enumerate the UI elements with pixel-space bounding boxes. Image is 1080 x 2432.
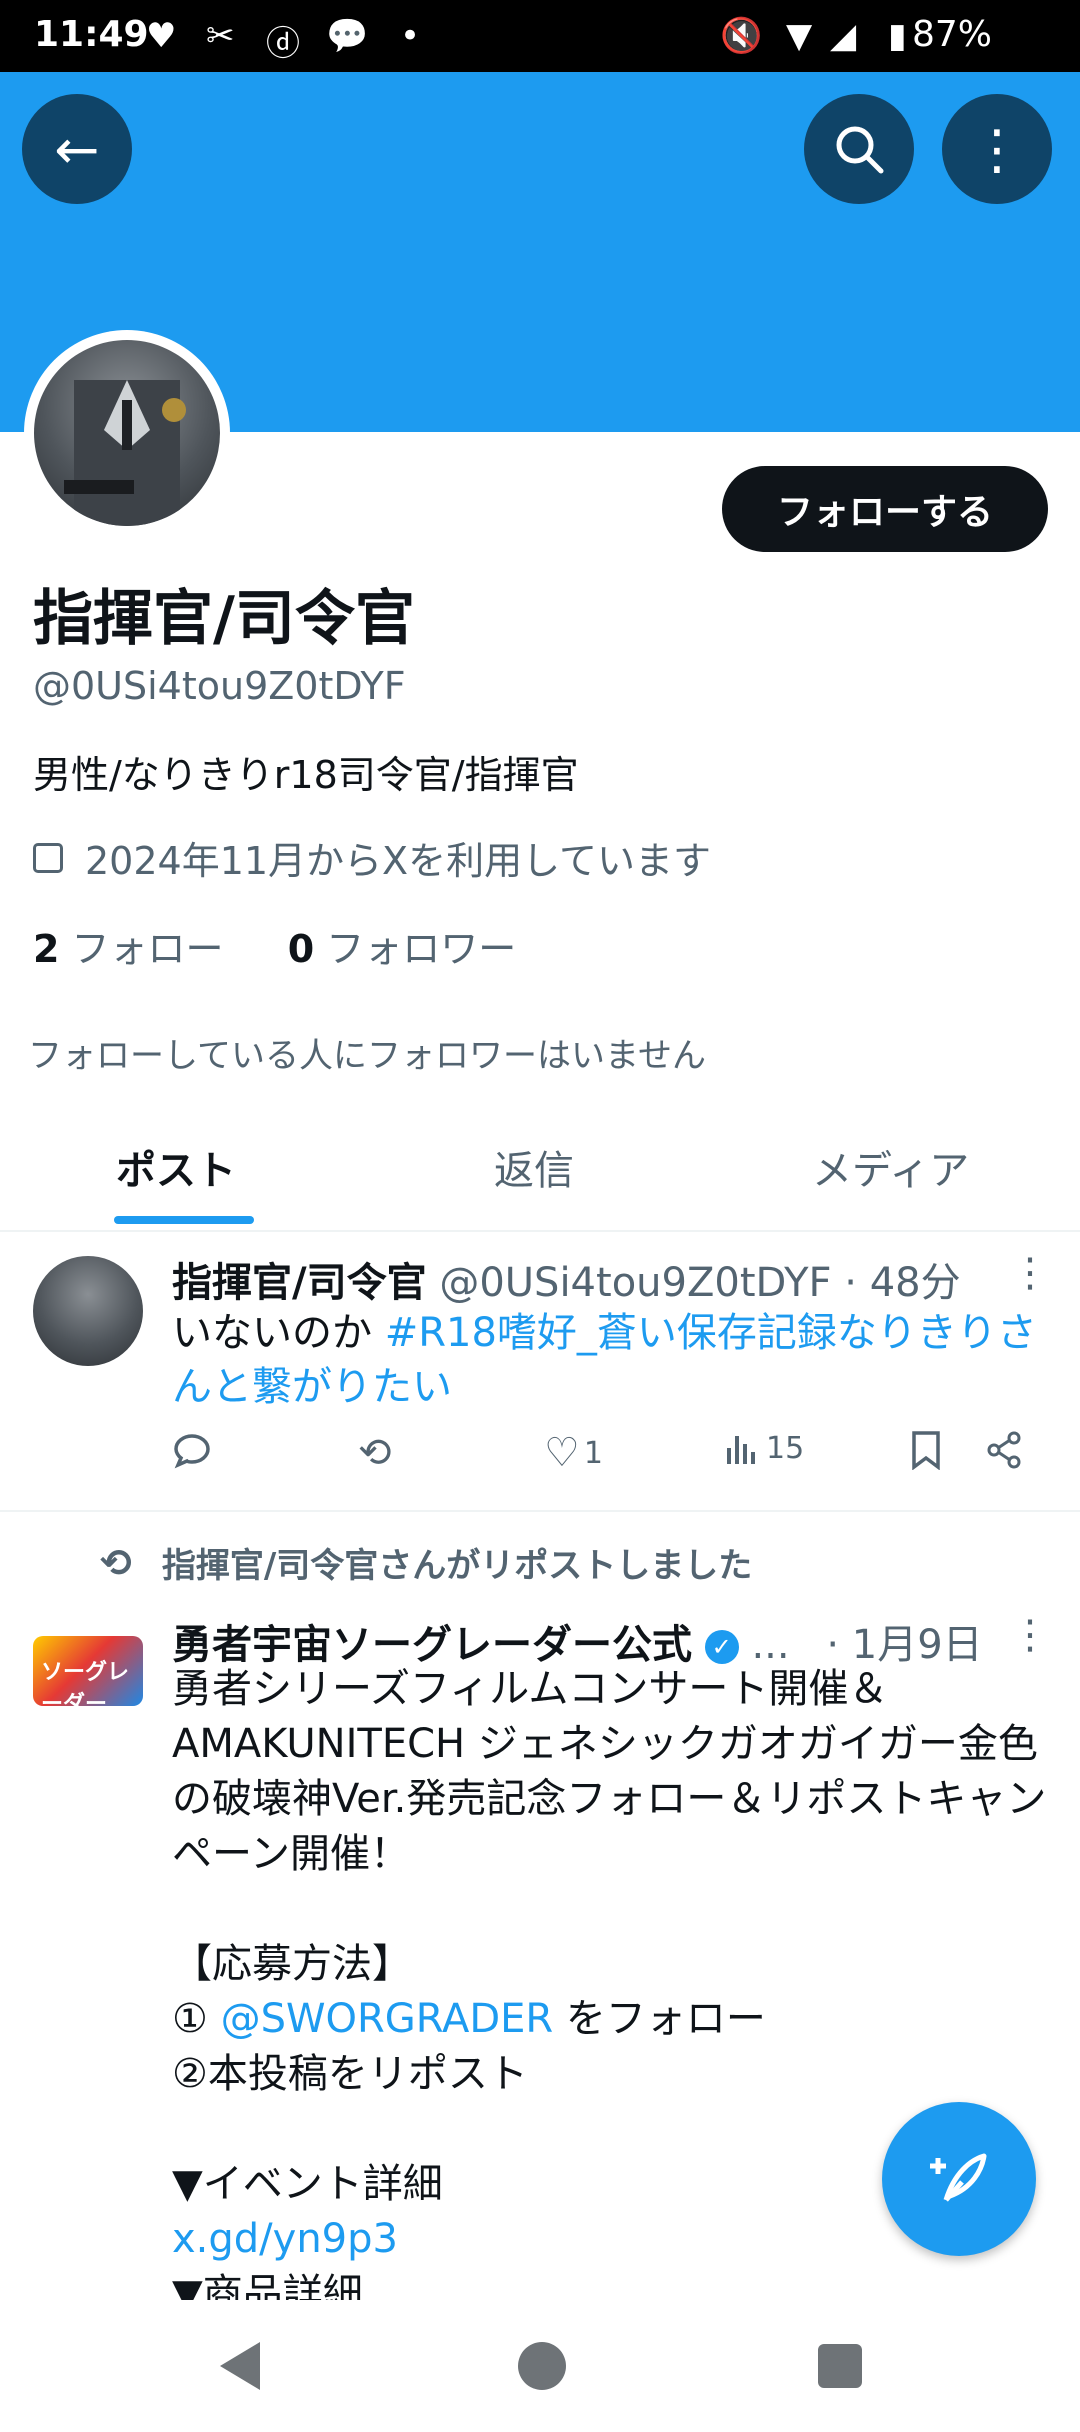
post-handle-time: @0USi4tou9Z0tDYF · 48分 [439,1260,961,1306]
post-text: いないのか #R18嗜好_蒼い保存記録なりきりさんと繋がりたい [172,1306,1052,1414]
followers-count: 0 [287,927,315,971]
share-button[interactable] [984,1430,1024,1470]
bookmark-button[interactable] [910,1430,942,1470]
status-bar: 11:49 ♥ ✂ ⓓ 💬 • 🔇 ▼ ◢ ▮ 87% [0,0,1080,72]
account-logo[interactable]: ソーグレーダー [33,1636,143,1717]
post2-menu-icon[interactable]: ⋮ [1010,1612,1050,1658]
compose-button[interactable] [882,2102,1036,2256]
post-actions: ⟲ ♡ 1 15 [172,1430,1032,1494]
compose-icon [930,2153,987,2202]
reply-button[interactable] [172,1430,212,1470]
post-divider [0,1510,1080,1512]
search-button[interactable] [804,94,914,204]
profile-handle: @0USi4tou9Z0tDYF [33,664,406,708]
verified-badge-icon: ✓ [704,1630,739,1664]
following-link[interactable]: 2 フォロー [33,927,224,971]
more-vertical-icon: ⋮ [970,117,1024,181]
back-button[interactable]: ← [22,94,132,204]
repost-icon: ⟲ [358,1430,392,1476]
follow-button[interactable]: フォローする [722,466,1048,552]
active-tab-indicator [114,1216,254,1224]
following-label: フォロー [71,927,224,971]
tab-media[interactable]: メディア [812,1138,969,1196]
status-time: 11:49 [34,14,149,55]
profile-bio: 男性/なりきりr18司令官/指揮官 [33,753,579,797]
wifi-icon: ▼ [786,16,813,56]
joined-text: 2024年11月からXを利用しています [85,839,711,883]
repost-note: ⟲ 指揮官/司令官さんがリポストしました [100,1538,752,1587]
nav-home-icon[interactable] [518,2342,566,2390]
battery-percent: 87% [911,14,992,55]
post-avatar[interactable] [33,1256,143,1366]
repost-small-icon: ⟲ [100,1540,132,1585]
heart-icon: ♥ [146,16,177,56]
more-options-button[interactable]: ⋮ [942,94,1052,204]
tab-posts[interactable]: ポスト [116,1138,236,1196]
signal-icon: ◢ [830,16,857,56]
bookmark-icon [912,1431,940,1470]
share-icon [987,1431,1021,1469]
post2-step1-prefix: ① [172,1996,221,2042]
like-button[interactable]: ♡ 1 [544,1430,603,1476]
mute-icon: 🔇 [720,16,763,56]
reply-icon [174,1434,210,1469]
post-author-name[interactable]: 指揮官/司令官 [172,1260,427,1306]
band-icon: 💬 [326,16,369,56]
tab-replies[interactable]: 返信 [494,1138,574,1196]
follow-counts: 2 フォロー 0 フォロワー [33,918,516,973]
avatar-image [34,340,220,526]
joined-date: 2024年11月からXを利用しています [33,830,711,885]
no-followers-note: フォローしている人にフォロワーはいません [28,1036,706,1076]
like-count: 1 [583,1435,603,1471]
post2-step1-suffix: をフォロー [553,1996,766,2042]
post2-event-label: ▼イベント詳細 [172,2161,443,2207]
mention-link[interactable]: @SWORGRADER [221,1996,554,2042]
followers-link[interactable]: 0 フォロワー [288,927,517,971]
heart-outline-icon: ♡ [544,1430,580,1476]
views-button[interactable]: 15 [724,1430,804,1466]
post2-step2: ②本投稿をリポスト [172,2051,528,2097]
uniform-figure-icon [64,380,186,526]
dot-icon: • [400,16,421,56]
analytics-icon [727,1436,755,1464]
event-url-link[interactable]: x.gd/yn9p3 [172,2216,398,2262]
profile-tabs: ポスト 返信 メディア [0,1100,1080,1232]
profile-avatar[interactable] [24,330,230,536]
missed-call-icon: ✂ [206,16,235,56]
post-header: 指揮官/司令官 @0USi4tou9Z0tDYF · 48分 [172,1250,961,1308]
followers-label: フォロワー [326,927,517,971]
profile-name: 指揮官/司令官 [33,584,415,654]
calendar-icon [33,842,63,873]
nav-back-icon[interactable] [220,2342,260,2390]
d-icon: ⓓ [266,24,300,64]
system-nav-bar [0,2300,1080,2432]
nav-recents-icon[interactable] [818,2344,862,2388]
repost-button[interactable]: ⟲ [358,1430,392,1476]
view-count: 15 [766,1430,805,1466]
arrow-left-icon: ← [54,117,100,181]
post-menu-icon[interactable]: ⋮ [1010,1250,1050,1296]
post2-main: 勇者シリーズフィルムコンサート開催＆AMAKUNITECH ジェネシックガオガイ… [172,1666,1047,1877]
post-text-plain: いないのか [172,1310,385,1356]
battery-icon: ▮ [888,16,907,56]
search-icon [836,126,884,174]
following-count: 2 [33,927,60,971]
post2-section-title: 【応募方法】 [172,1941,412,1987]
repost-note-text: 指揮官/司令官さんがリポストしました [161,1546,753,1586]
logo-text: ソーグレーダー [41,1660,130,1717]
